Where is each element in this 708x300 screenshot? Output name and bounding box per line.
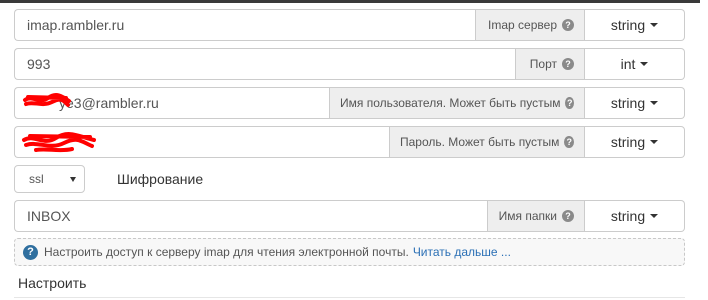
- folder-type-label: string: [610, 208, 646, 224]
- port-value: 993: [27, 56, 51, 72]
- password-label: Пароль. Может быть пустым?: [389, 126, 585, 158]
- folder-label-text: Имя папки: [498, 209, 557, 223]
- help-icon[interactable]: ?: [564, 136, 574, 148]
- folder-value: INBOX: [27, 208, 71, 224]
- port-type-dropdown[interactable]: int: [585, 48, 685, 80]
- password-row: Пароль. Может быть пустым? string: [14, 126, 685, 158]
- port-row: 993 Порт? int: [14, 48, 685, 80]
- folder-label: Имя папки?: [487, 200, 585, 232]
- encryption-select[interactable]: ssl: [14, 165, 85, 193]
- username-label: Имя пользователя. Может быть пустым?: [329, 87, 585, 119]
- imap-server-type-label: string: [610, 17, 646, 33]
- username-row: ye3@rambler.ru Имя пользователя. Может б…: [14, 87, 685, 119]
- port-type-label: int: [620, 56, 636, 72]
- encryption-selected-value: ssl: [29, 172, 44, 186]
- divider: [14, 297, 685, 298]
- help-icon[interactable]: ?: [562, 58, 574, 70]
- folder-row: INBOX Имя папки? string: [14, 200, 685, 232]
- imap-server-type-dropdown[interactable]: string: [585, 9, 685, 41]
- password-label-text: Пароль. Может быть пустым: [400, 135, 560, 149]
- folder-type-dropdown[interactable]: string: [585, 200, 685, 232]
- port-label: Порт?: [515, 48, 585, 80]
- folder-input[interactable]: INBOX: [14, 200, 487, 232]
- read-more-link[interactable]: Читать дальше ...: [413, 245, 511, 259]
- caret-down-icon: [650, 101, 659, 105]
- imap-server-row: imap.rambler.ru Imap сервер? string: [14, 9, 685, 41]
- password-type-label: string: [610, 134, 646, 150]
- caret-down-icon: [650, 140, 659, 144]
- port-input[interactable]: 993: [14, 48, 515, 80]
- password-type-dropdown[interactable]: string: [585, 126, 685, 158]
- encryption-label: Шифрование: [117, 171, 204, 187]
- caret-down-icon: [650, 23, 659, 27]
- imap-server-value: imap.rambler.ru: [27, 17, 125, 33]
- username-label-text: Имя пользователя. Может быть пустым: [340, 96, 561, 110]
- caret-down-icon: [640, 62, 649, 66]
- help-icon[interactable]: ?: [562, 19, 574, 31]
- help-text: Настроить доступ к серверу imap для чтен…: [44, 245, 409, 259]
- caret-down-icon: [70, 177, 76, 182]
- redaction-scribble: [23, 93, 71, 107]
- imap-server-input[interactable]: imap.rambler.ru: [14, 9, 475, 41]
- help-box: ? Настроить доступ к серверу imap для чт…: [14, 238, 685, 266]
- username-value: ye3@rambler.ru: [59, 95, 159, 111]
- imap-server-label-text: Imap сервер: [488, 18, 557, 32]
- help-icon[interactable]: ?: [565, 97, 574, 109]
- imap-server-label: Imap сервер?: [475, 9, 585, 41]
- port-label-text: Порт: [529, 57, 557, 71]
- top-border: [0, 0, 708, 4]
- question-icon: ?: [23, 244, 38, 260]
- redaction-scribble: [22, 132, 96, 153]
- configure-link[interactable]: Настроить: [18, 275, 86, 291]
- help-icon[interactable]: ?: [562, 210, 574, 222]
- caret-down-icon: [650, 214, 659, 218]
- username-type-dropdown[interactable]: string: [585, 87, 685, 119]
- username-type-label: string: [610, 95, 646, 111]
